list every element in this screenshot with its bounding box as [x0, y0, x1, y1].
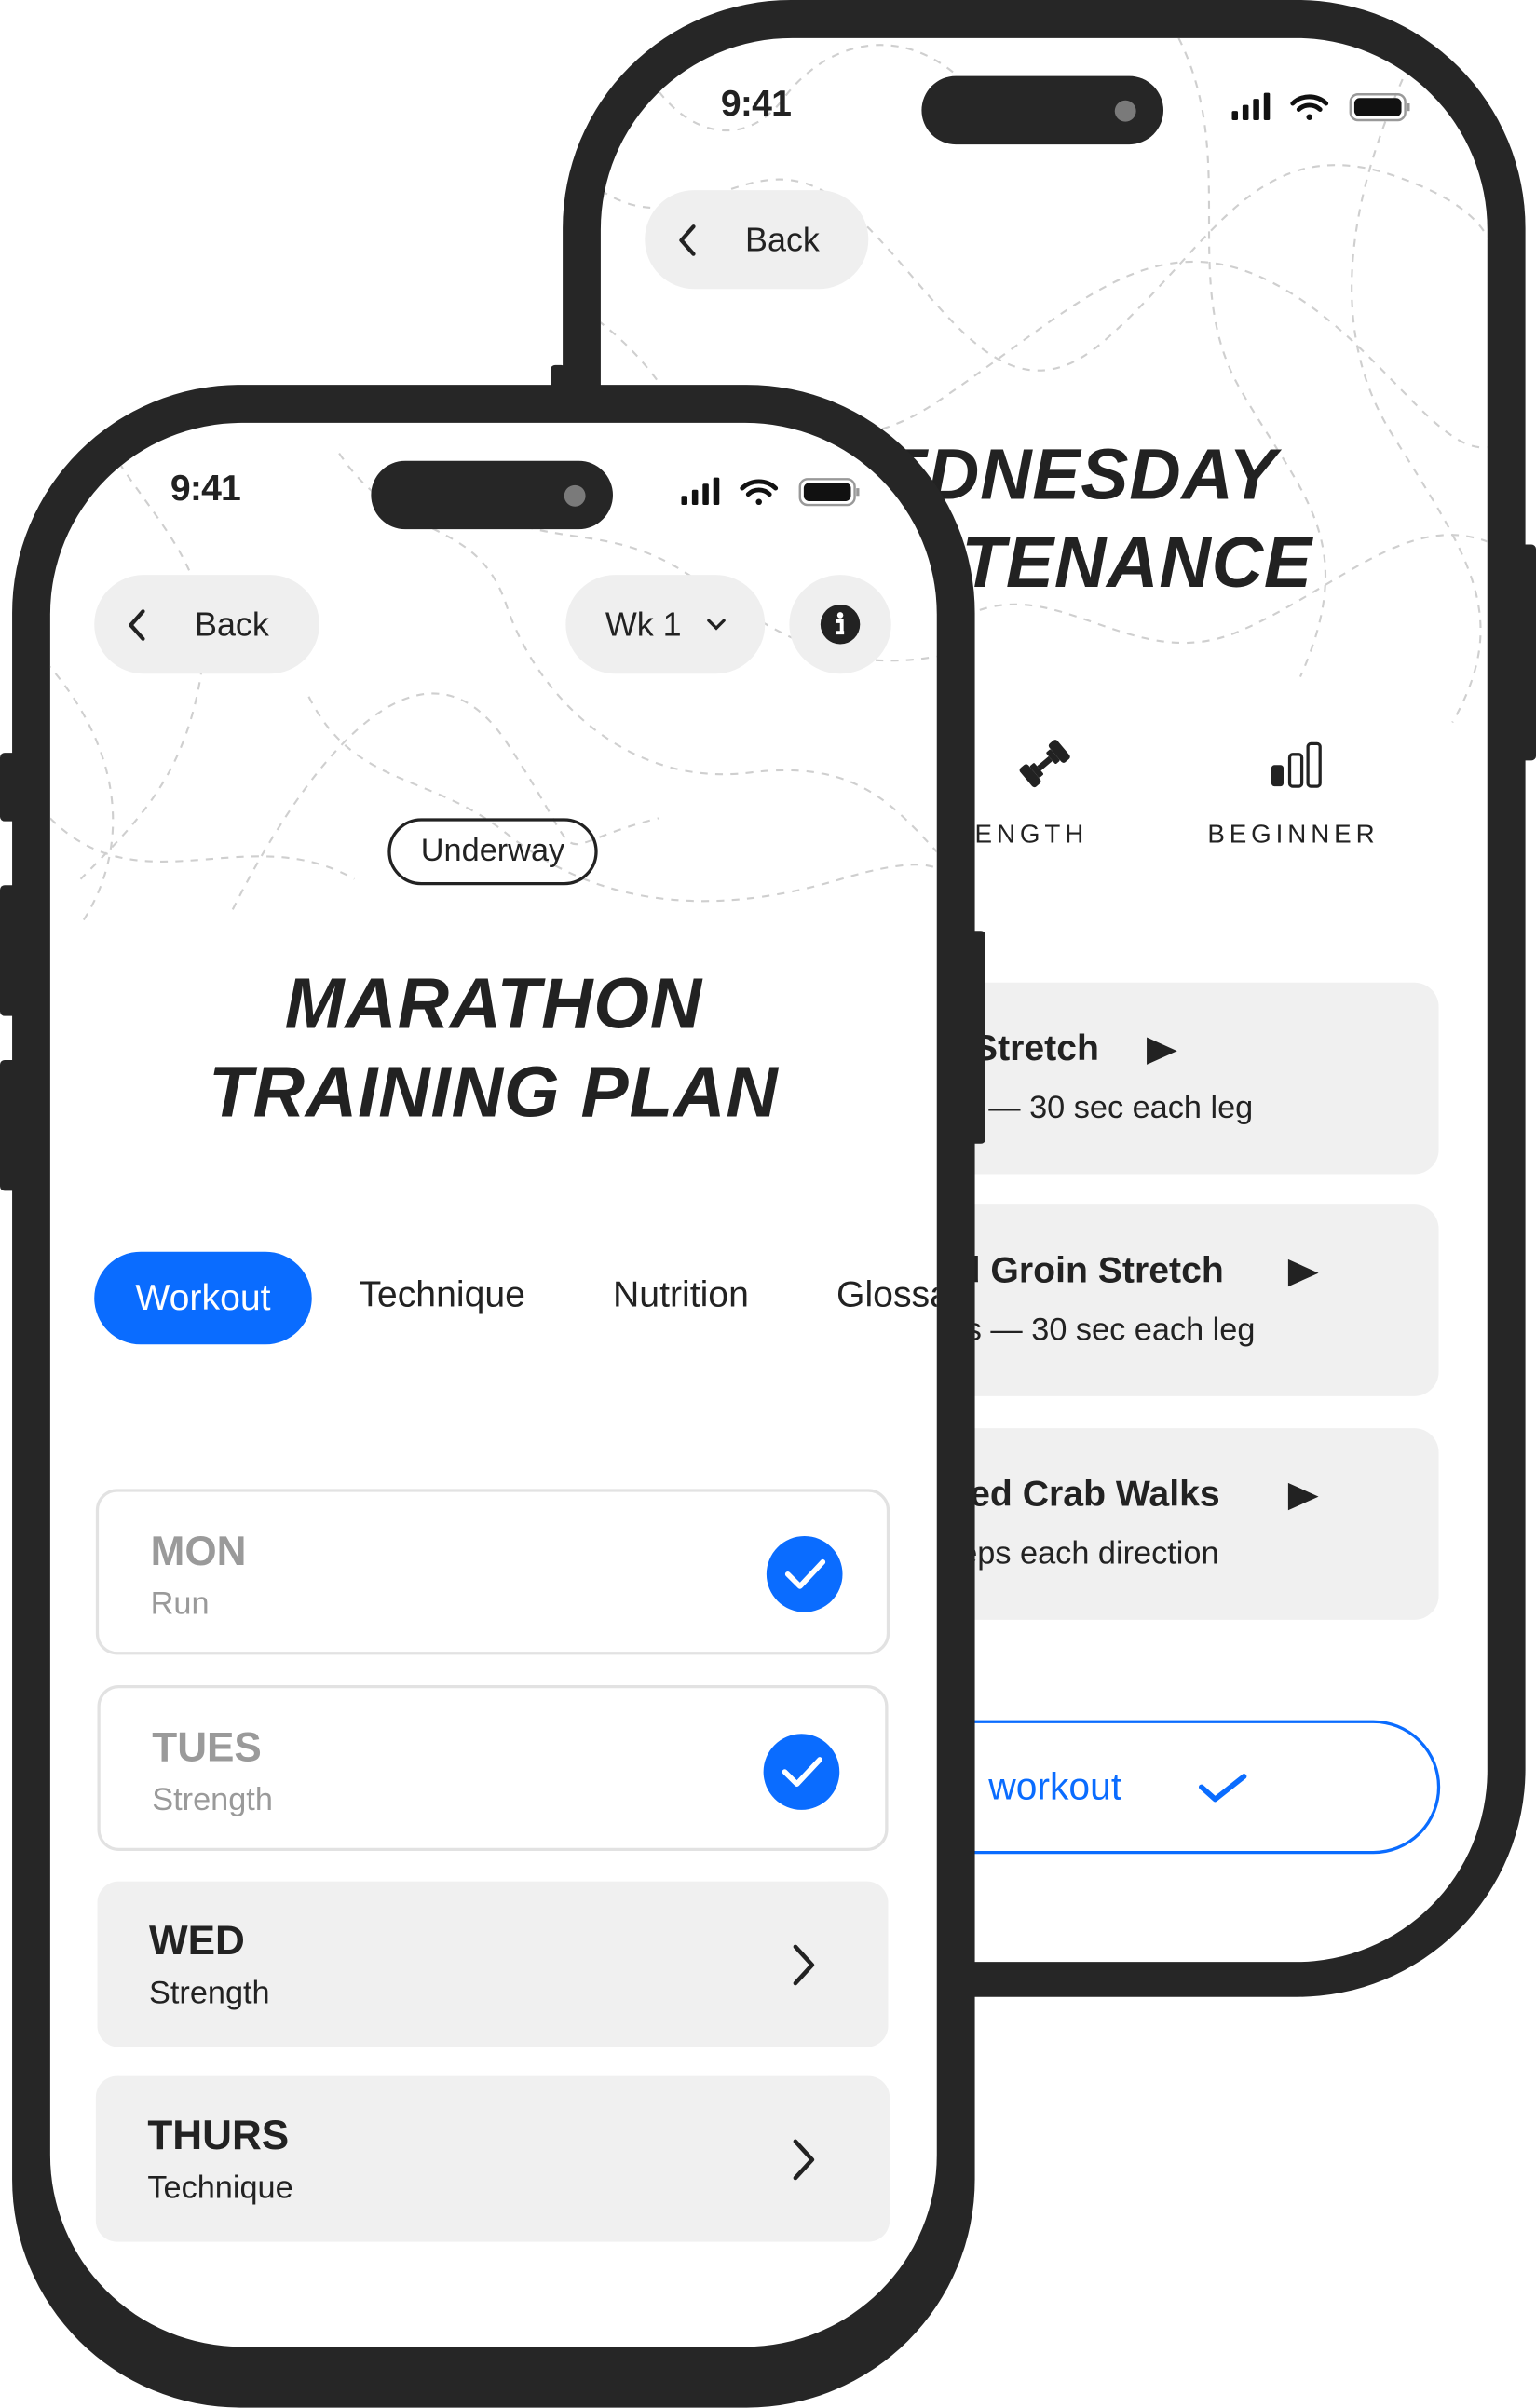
day-type: Strength	[149, 1975, 270, 2011]
exercise-detail: eps each direction	[959, 1536, 1219, 1571]
chevron-right-icon	[793, 1944, 815, 1986]
status-time: 9:41	[720, 83, 792, 125]
checkmark-icon	[1198, 1774, 1247, 1803]
day-name: WED	[149, 1917, 245, 1964]
day-type: Technique	[147, 2170, 293, 2206]
back-button[interactable]: Back	[645, 190, 869, 290]
tab-nutrition[interactable]: Nutrition	[613, 1274, 749, 1317]
front-phone: 9:41 Back Wk 1 Underway MARATHON TRAININ…	[12, 385, 975, 2408]
topographic-background	[49, 422, 937, 926]
day-row-thurs[interactable]: THURS Technique	[95, 2075, 890, 2242]
chevron-right-icon	[793, 2139, 815, 2181]
day-row-wed[interactable]: WED Strength	[97, 1881, 889, 2047]
battery-icon	[1349, 93, 1410, 122]
day-name: MON	[150, 1528, 247, 1574]
day-type: Strength	[152, 1782, 273, 1818]
tab-glossary[interactable]: Glossary	[836, 1274, 937, 1317]
level-bars-icon	[1271, 741, 1322, 788]
back-label: Back	[194, 604, 269, 643]
day-type: Run	[150, 1585, 210, 1622]
chevron-left-icon	[129, 608, 145, 641]
status-time: 9:41	[170, 468, 241, 510]
back-button[interactable]: Back	[94, 575, 319, 674]
exercise-detail: s — 30 sec each leg	[965, 1313, 1256, 1348]
completed-check-icon	[766, 1536, 843, 1612]
exercise-detail: — 30 sec each leg	[988, 1090, 1254, 1126]
status-icons	[681, 477, 860, 507]
signal-icon	[1231, 92, 1271, 120]
play-icon[interactable]	[1287, 1258, 1319, 1287]
signal-icon	[681, 477, 720, 506]
status-icons	[1231, 92, 1410, 122]
dynamic-island	[371, 460, 613, 530]
tab-workout[interactable]: Workout	[94, 1251, 312, 1345]
day-name: TUES	[152, 1724, 262, 1771]
play-icon[interactable]	[1147, 1037, 1177, 1065]
wifi-icon	[740, 479, 779, 506]
exercise-title: d Groin Stretch	[958, 1250, 1224, 1292]
exercise-title: Stretch	[972, 1027, 1099, 1069]
completed-check-icon	[763, 1734, 840, 1810]
title-line-1: MARATHON	[284, 962, 703, 1044]
week-label: Wk 1	[605, 604, 682, 643]
dumbbell-icon	[1019, 740, 1070, 788]
info-button[interactable]	[789, 575, 891, 674]
back-label: Back	[745, 219, 820, 258]
play-icon[interactable]	[1287, 1482, 1319, 1511]
dynamic-island	[921, 75, 1164, 145]
tag-level: BEGINNER	[1207, 820, 1380, 850]
chevron-down-icon	[707, 618, 727, 630]
day-row-mon[interactable]: MON Run	[95, 1489, 890, 1655]
front-phone-screen: 9:41 Back Wk 1 Underway MARATHON TRAININ…	[49, 422, 937, 2347]
exercise-title: led Crab Walks	[959, 1474, 1220, 1516]
day-name: THURS	[147, 2112, 290, 2158]
chevron-left-icon	[679, 224, 696, 255]
complete-workout-label: workout	[988, 1765, 1122, 1809]
wifi-icon	[1290, 94, 1329, 120]
week-selector[interactable]: Wk 1	[565, 575, 766, 674]
camera-dot	[1114, 100, 1136, 122]
title-line-2: TRAINING PLAN	[208, 1051, 779, 1132]
day-row-tues[interactable]: TUES Strength	[97, 1685, 889, 1851]
status-badge: Underway	[387, 818, 598, 886]
tab-technique[interactable]: Technique	[359, 1274, 525, 1317]
plan-title: MARATHON TRAINING PLAN	[50, 959, 937, 1136]
battery-icon	[798, 478, 860, 507]
info-icon	[820, 604, 861, 645]
camera-dot	[564, 484, 586, 507]
